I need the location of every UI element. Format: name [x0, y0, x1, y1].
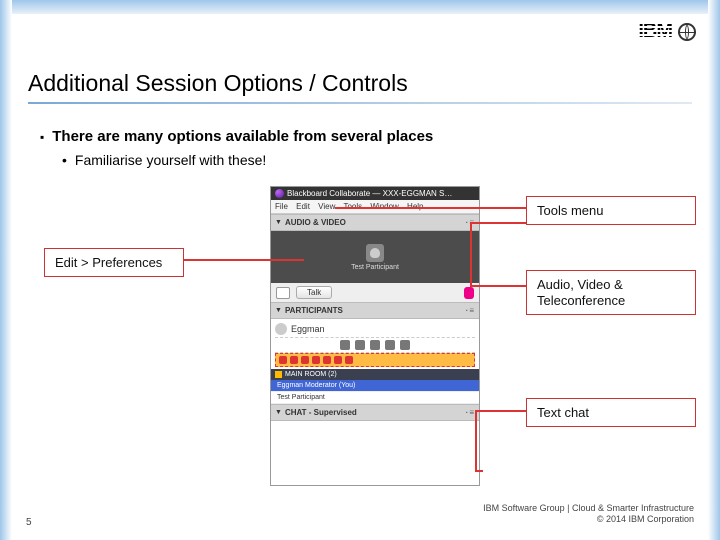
- perm-icon: [323, 356, 331, 364]
- footer-right: IBM Software Group | Cloud & Smarter Inf…: [483, 503, 694, 526]
- app-orb-icon: [275, 189, 284, 198]
- connector-line: [475, 410, 526, 412]
- chevron-down-icon: ▼: [275, 219, 282, 226]
- chevron-down-icon: ▼: [275, 409, 282, 416]
- video-user-label: Test Participant: [351, 264, 399, 271]
- connector-line: [470, 222, 526, 224]
- panel-menu-icon[interactable]: ·≡: [466, 408, 475, 417]
- footer-group: IBM Software Group | Cloud & Smarter Inf…: [483, 503, 694, 515]
- panel-header-participants[interactable]: ▼ PARTICIPANTS ·≡: [271, 302, 479, 319]
- bullet-main: There are many options available from se…: [40, 128, 433, 145]
- room-row-participant[interactable]: Test Participant: [271, 392, 479, 404]
- callout-edit-preferences: Edit > Preferences: [44, 248, 184, 277]
- perm-icon: [345, 356, 353, 364]
- camera-button[interactable]: [276, 287, 290, 299]
- person-icon: [275, 323, 287, 335]
- callout-tools-menu: Tools menu: [526, 196, 696, 225]
- permission-row: [275, 353, 475, 367]
- brand-logo: IBM: [638, 20, 696, 43]
- avatar-placeholder-icon: [366, 244, 384, 262]
- talk-button[interactable]: Talk: [296, 286, 332, 299]
- chevron-down-icon: ▼: [275, 307, 282, 314]
- collaborate-app-screenshot: Blackboard Collaborate — XXX-EGGMAN S… F…: [270, 186, 480, 486]
- participant-status-icons: [275, 337, 475, 353]
- room-square-icon: [275, 371, 282, 378]
- menu-view[interactable]: View: [318, 202, 335, 211]
- page-number: 5: [26, 517, 32, 528]
- participants-body: Eggman: [271, 319, 479, 369]
- connector-line: [470, 285, 526, 287]
- participant-row[interactable]: Eggman: [275, 321, 475, 337]
- perm-icon: [312, 356, 320, 364]
- ibm-wordmark: IBM: [638, 20, 672, 43]
- mic-button[interactable]: [464, 287, 474, 299]
- panel-menu-icon[interactable]: ·≡: [466, 306, 475, 315]
- globe-icon: [678, 23, 696, 41]
- panel-title-participants: PARTICIPANTS: [285, 306, 343, 315]
- callout-text-chat: Text chat: [526, 398, 696, 427]
- room-body: Eggman Moderator (You) Test Participant: [271, 380, 479, 404]
- app-titlebar: Blackboard Collaborate — XXX-EGGMAN S…: [271, 187, 479, 200]
- connector-line: [470, 222, 472, 286]
- main-room-label: MAIN ROOM (2): [285, 371, 337, 378]
- app-window-title: Blackboard Collaborate — XXX-EGGMAN S…: [287, 189, 452, 198]
- perm-icon: [279, 356, 287, 364]
- connector-line: [475, 470, 483, 472]
- perm-icon: [290, 356, 298, 364]
- menu-file[interactable]: File: [275, 202, 288, 211]
- connector-line: [184, 259, 304, 261]
- status-icon: [385, 340, 395, 350]
- panel-title-chat: CHAT - Supervised: [285, 408, 357, 417]
- main-room-header[interactable]: MAIN ROOM (2): [271, 369, 479, 380]
- panel-header-audio-video[interactable]: ▼ AUDIO & VIDEO ·≡: [271, 214, 479, 231]
- room-row-moderator[interactable]: Eggman Moderator (You): [271, 380, 479, 392]
- perm-icon: [334, 356, 342, 364]
- callout-av-teleconference: Audio, Video & Teleconference: [526, 270, 696, 315]
- talk-row: Talk: [271, 283, 479, 302]
- status-icon: [400, 340, 410, 350]
- connector-line: [335, 207, 526, 209]
- footer-copyright: © 2014 IBM Corporation: [483, 514, 694, 526]
- chat-body: [271, 421, 479, 485]
- status-icon: [370, 340, 380, 350]
- menu-edit[interactable]: Edit: [296, 202, 310, 211]
- status-icon: [355, 340, 365, 350]
- video-area: Test Participant: [271, 231, 479, 283]
- title-rule: [28, 102, 692, 104]
- page-title: Additional Session Options / Controls: [28, 70, 408, 97]
- panel-title-av: AUDIO & VIDEO: [285, 218, 346, 227]
- bullet-sub: Familiarise yourself with these!: [62, 152, 266, 168]
- participant-name: Eggman: [291, 324, 325, 334]
- panel-header-chat[interactable]: ▼ CHAT - Supervised ·≡: [271, 404, 479, 421]
- status-icon: [340, 340, 350, 350]
- connector-line: [475, 410, 477, 470]
- perm-icon: [301, 356, 309, 364]
